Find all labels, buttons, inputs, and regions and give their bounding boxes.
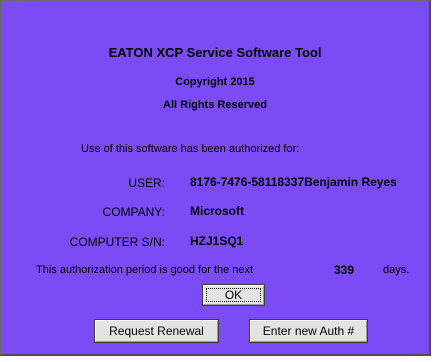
- days-label: days.: [383, 264, 410, 276]
- authorized-for-text: Use of this software has been authorized…: [81, 143, 300, 155]
- computer-sn-value: HZJ1SQ1: [190, 234, 244, 248]
- copyright-text: Copyright 2015: [175, 76, 255, 88]
- authorization-dialog: EATON XCP Service Software Tool Copyrigh…: [0, 0, 431, 356]
- company-label: COMPANY:: [102, 205, 165, 219]
- user-value: 8176-7476-58118337Benjamin Reyes: [190, 175, 397, 189]
- computer-sn-label: COMPUTER S/N:: [69, 235, 165, 249]
- request-renewal-button[interactable]: Request Renewal: [94, 319, 219, 343]
- rights-text: All Rights Reserved: [163, 99, 267, 111]
- ok-button[interactable]: OK: [202, 284, 265, 306]
- enter-new-auth-button[interactable]: Enter new Auth #: [249, 319, 368, 343]
- focus-ring: [206, 288, 261, 302]
- authorization-period-text: This authorization period is good for th…: [36, 264, 254, 276]
- company-value: Microsoft: [190, 204, 244, 218]
- user-label: USER:: [128, 176, 165, 190]
- dialog-title: EATON XCP Service Software Tool: [108, 45, 322, 60]
- days-remaining-value: 339: [334, 263, 355, 277]
